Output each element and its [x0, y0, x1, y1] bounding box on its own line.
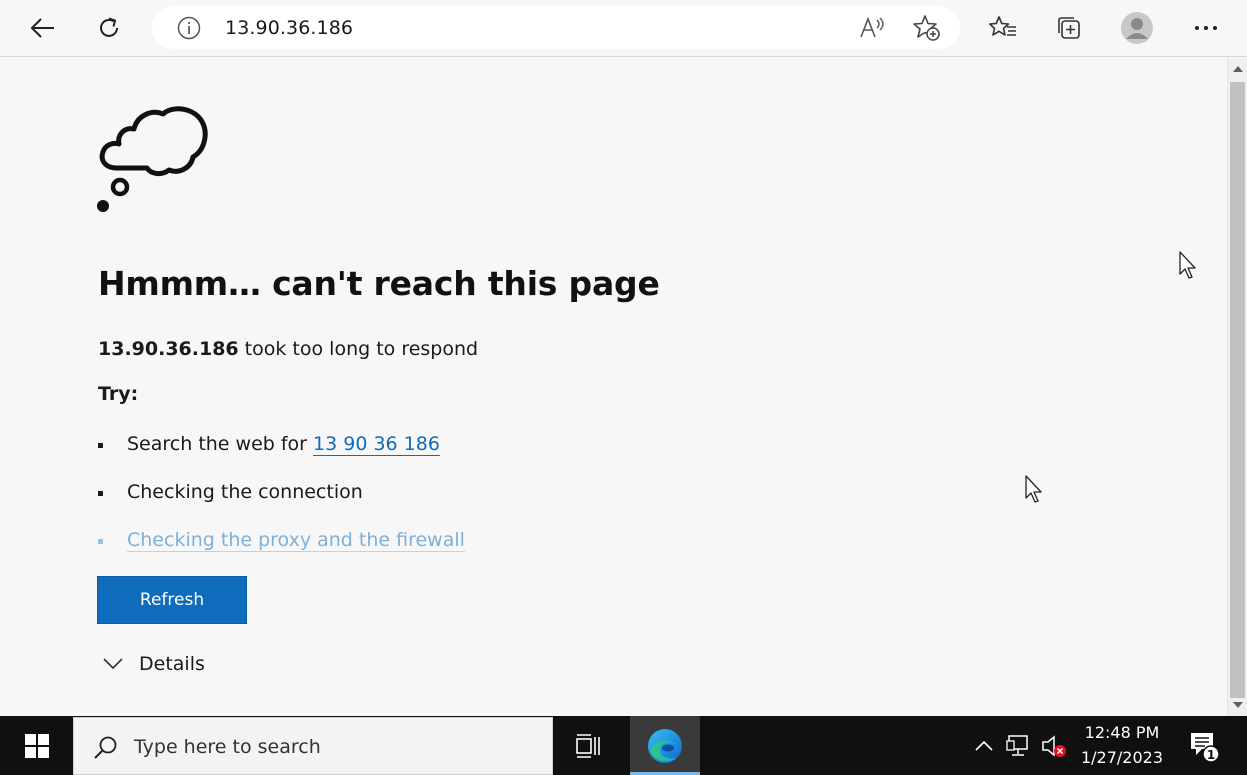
search-placeholder: Type here to search	[134, 736, 321, 758]
details-label: Details	[139, 653, 205, 675]
site-info-button[interactable]	[173, 12, 205, 44]
scroll-up-arrow-icon[interactable]	[1233, 66, 1243, 72]
screen: 13.90.36.186 Hmmm… can't reach this page…	[0, 0, 1247, 775]
mouse-cursor-icon	[1179, 251, 1196, 279]
error-message: 13.90.36.186 took too long to respond	[98, 338, 478, 360]
clock-time: 12:48 PM	[1084, 723, 1160, 742]
refresh-button[interactable]: Refresh	[97, 576, 247, 624]
info-icon	[177, 16, 201, 40]
profile-button[interactable]	[1118, 9, 1156, 47]
collections-button[interactable]	[1050, 9, 1088, 47]
clock-date: 1/27/2023	[1080, 748, 1164, 767]
windows-taskbar: Type here to search 12:48 PM 1/27/2023 1	[0, 716, 1247, 775]
error-description: took too long to respond	[238, 338, 479, 360]
edge-taskbar-button[interactable]	[630, 716, 700, 775]
address-bar[interactable]: 13.90.36.186	[152, 6, 960, 49]
search-web-link[interactable]: 13 90 36 186	[313, 433, 440, 456]
page-title: Hmmm… can't reach this page	[98, 264, 660, 303]
more-options-icon	[1195, 26, 1217, 30]
error-page: Hmmm… can't reach this page 13.90.36.186…	[0, 58, 1227, 716]
refresh-icon	[100, 17, 118, 37]
scroll-down-arrow-icon[interactable]	[1233, 702, 1243, 708]
chevron-down-icon	[103, 658, 123, 670]
add-favorite-icon	[913, 15, 940, 41]
more-options-button[interactable]	[1187, 9, 1225, 47]
scroll-thumb[interactable]	[1230, 82, 1245, 698]
back-button[interactable]	[24, 9, 62, 47]
bullet	[98, 491, 103, 496]
profile-avatar-icon	[1121, 12, 1153, 44]
network-icon	[1006, 735, 1028, 756]
volume-tray-button[interactable]	[1040, 732, 1068, 760]
chevron-up-icon	[975, 740, 993, 751]
browser-toolbar: 13.90.36.186	[0, 0, 1247, 57]
task-view-button[interactable]	[562, 716, 618, 775]
details-toggle[interactable]: Details	[103, 650, 205, 678]
favorites-icon	[989, 16, 1016, 36]
start-button[interactable]	[0, 716, 73, 775]
suggestion-connection-text: Checking the connection	[127, 481, 363, 503]
favorites-button[interactable]	[984, 9, 1022, 47]
system-clock[interactable]: 12:48 PM 1/27/2023	[1073, 720, 1171, 770]
windows-logo-icon	[24, 733, 49, 758]
notifications-icon: 1	[1191, 732, 1220, 763]
error-host: 13.90.36.186	[98, 338, 239, 360]
try-label: Try:	[98, 383, 139, 405]
network-tray-button[interactable]	[1005, 732, 1033, 760]
bullet	[98, 443, 103, 448]
read-aloud-button[interactable]	[857, 12, 889, 44]
volume-muted-icon	[1042, 735, 1066, 757]
action-center-button[interactable]: 1	[1180, 716, 1230, 775]
proxy-firewall-link[interactable]: Checking the proxy and the firewall	[127, 529, 465, 552]
edge-browser-icon	[648, 728, 682, 763]
address-text[interactable]: 13.90.36.186	[225, 17, 353, 39]
collections-icon	[1058, 17, 1080, 39]
notification-count: 1	[1207, 748, 1215, 762]
search-icon	[94, 736, 117, 759]
show-hidden-icons-button[interactable]	[972, 732, 996, 760]
vertical-scrollbar[interactable]	[1227, 58, 1247, 716]
back-arrow-icon	[30, 18, 54, 38]
thought-cloud-icon	[97, 106, 208, 212]
reload-button[interactable]	[90, 9, 128, 47]
taskbar-search-box[interactable]: Type here to search	[73, 717, 553, 775]
bullet	[98, 539, 103, 544]
task-view-icon	[576, 733, 600, 758]
read-aloud-icon	[860, 16, 884, 38]
suggestion-search-prefix: Search the web for	[127, 433, 314, 455]
mouse-cursor-icon	[1025, 475, 1042, 503]
add-favorite-button[interactable]	[911, 12, 943, 44]
